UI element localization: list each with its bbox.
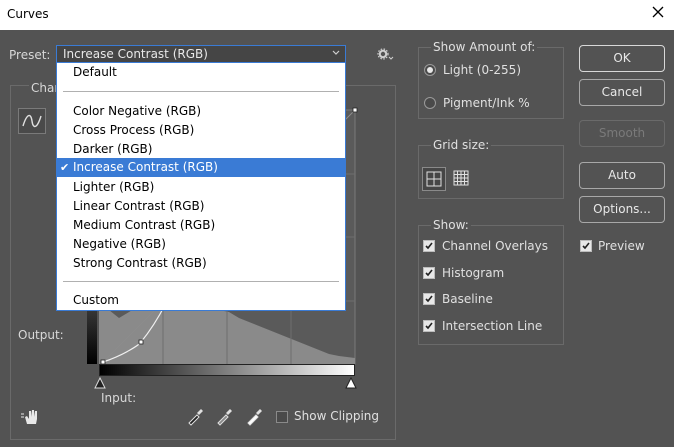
light-radio[interactable] [424,64,436,76]
dropdown-separator [63,281,339,282]
ok-button[interactable]: OK [579,45,665,72]
show-clipping-checkbox[interactable] [276,411,288,423]
preset-option-custom[interactable]: Custom [57,291,345,310]
preset-option-color-negative[interactable]: Color Negative (RGB) [57,102,345,121]
preset-selected-value: Increase Contrast (RGB) [63,47,208,61]
preset-option-negative[interactable]: Negative (RGB) [57,235,345,254]
grid-size-title: Grid size: [431,138,492,152]
dropdown-separator [63,91,339,92]
curve-tool-icon [22,114,42,128]
gray-eyedropper-icon[interactable] [215,408,233,426]
show-title: Show: [431,218,471,232]
preset-option-linear-contrast[interactable]: Linear Contrast (RGB) [57,197,345,216]
preset-option-label: Increase Contrast (RGB) [73,160,218,174]
preset-dropdown-list: Default Color Negative (RGB) Cross Proce… [56,62,346,311]
channel-overlays-checkbox[interactable] [423,240,435,252]
checkmark-icon [582,242,590,250]
pigment-radio[interactable] [424,97,436,109]
show-amount-title: Show Amount of: [431,40,538,54]
histogram-label: Histogram [442,266,505,280]
black-eyedropper-icon[interactable] [186,408,204,426]
preset-option-cross-process[interactable]: Cross Process (RGB) [57,121,345,140]
preview-checkbox[interactable] [580,240,592,252]
checkmark-icon [425,242,433,250]
gear-icon[interactable] [377,48,395,62]
baseline-label: Baseline [442,292,493,306]
chevron-down-icon [332,50,340,55]
preset-option-increase-contrast[interactable]: ✔ Increase Contrast (RGB) [57,158,345,177]
grid-simple-icon [426,171,442,187]
grid-simple-button[interactable] [422,167,446,191]
white-eyedropper-icon[interactable] [245,408,263,426]
preset-option-darker[interactable]: Darker (RGB) [57,140,345,159]
title-bar: Curves [0,0,674,30]
intersection-line-label: Intersection Line [442,319,543,333]
curve-tool-button[interactable] [18,108,46,134]
input-gradient [99,364,355,376]
preset-option-lighter[interactable]: Lighter (RGB) [57,178,345,197]
preview-label: Preview [598,239,645,253]
window-title: Curves [7,7,49,21]
channel-overlays-label: Channel Overlays [442,239,548,253]
options-button[interactable]: Options... [579,196,665,223]
pigment-radio-label: Pigment/Ink % [443,96,530,110]
auto-button[interactable]: Auto [579,162,665,189]
close-icon[interactable] [650,4,666,20]
intersection-line-checkbox[interactable] [423,320,435,332]
checkmark-icon [425,295,433,303]
baseline-checkbox[interactable] [423,293,435,305]
preset-label: Preset: [9,48,51,62]
preset-option-strong-contrast[interactable]: Strong Contrast (RGB) [57,254,345,273]
output-label: Output: [18,328,64,342]
preset-select[interactable]: Increase Contrast (RGB) [56,45,346,63]
checkmark-icon: ✔ [60,161,70,174]
checkmark-icon [425,322,433,330]
histogram-checkbox[interactable] [423,267,435,279]
show-clipping-label: Show Clipping [294,409,380,423]
cancel-button[interactable]: Cancel [579,79,665,106]
checkmark-icon [425,269,433,277]
grid-detailed-button[interactable] [450,167,474,191]
grid-detailed-icon [453,170,469,186]
smooth-button[interactable]: Smooth [579,120,665,147]
input-label: Input: [101,391,137,405]
preset-option-medium-contrast[interactable]: Medium Contrast (RGB) [57,216,345,235]
preset-option-default[interactable]: Default [57,63,345,82]
white-point-slider[interactable] [345,377,357,389]
black-point-slider[interactable] [94,377,106,389]
light-radio-label: Light (0-255) [443,63,521,77]
hand-tool-icon[interactable] [20,408,42,426]
